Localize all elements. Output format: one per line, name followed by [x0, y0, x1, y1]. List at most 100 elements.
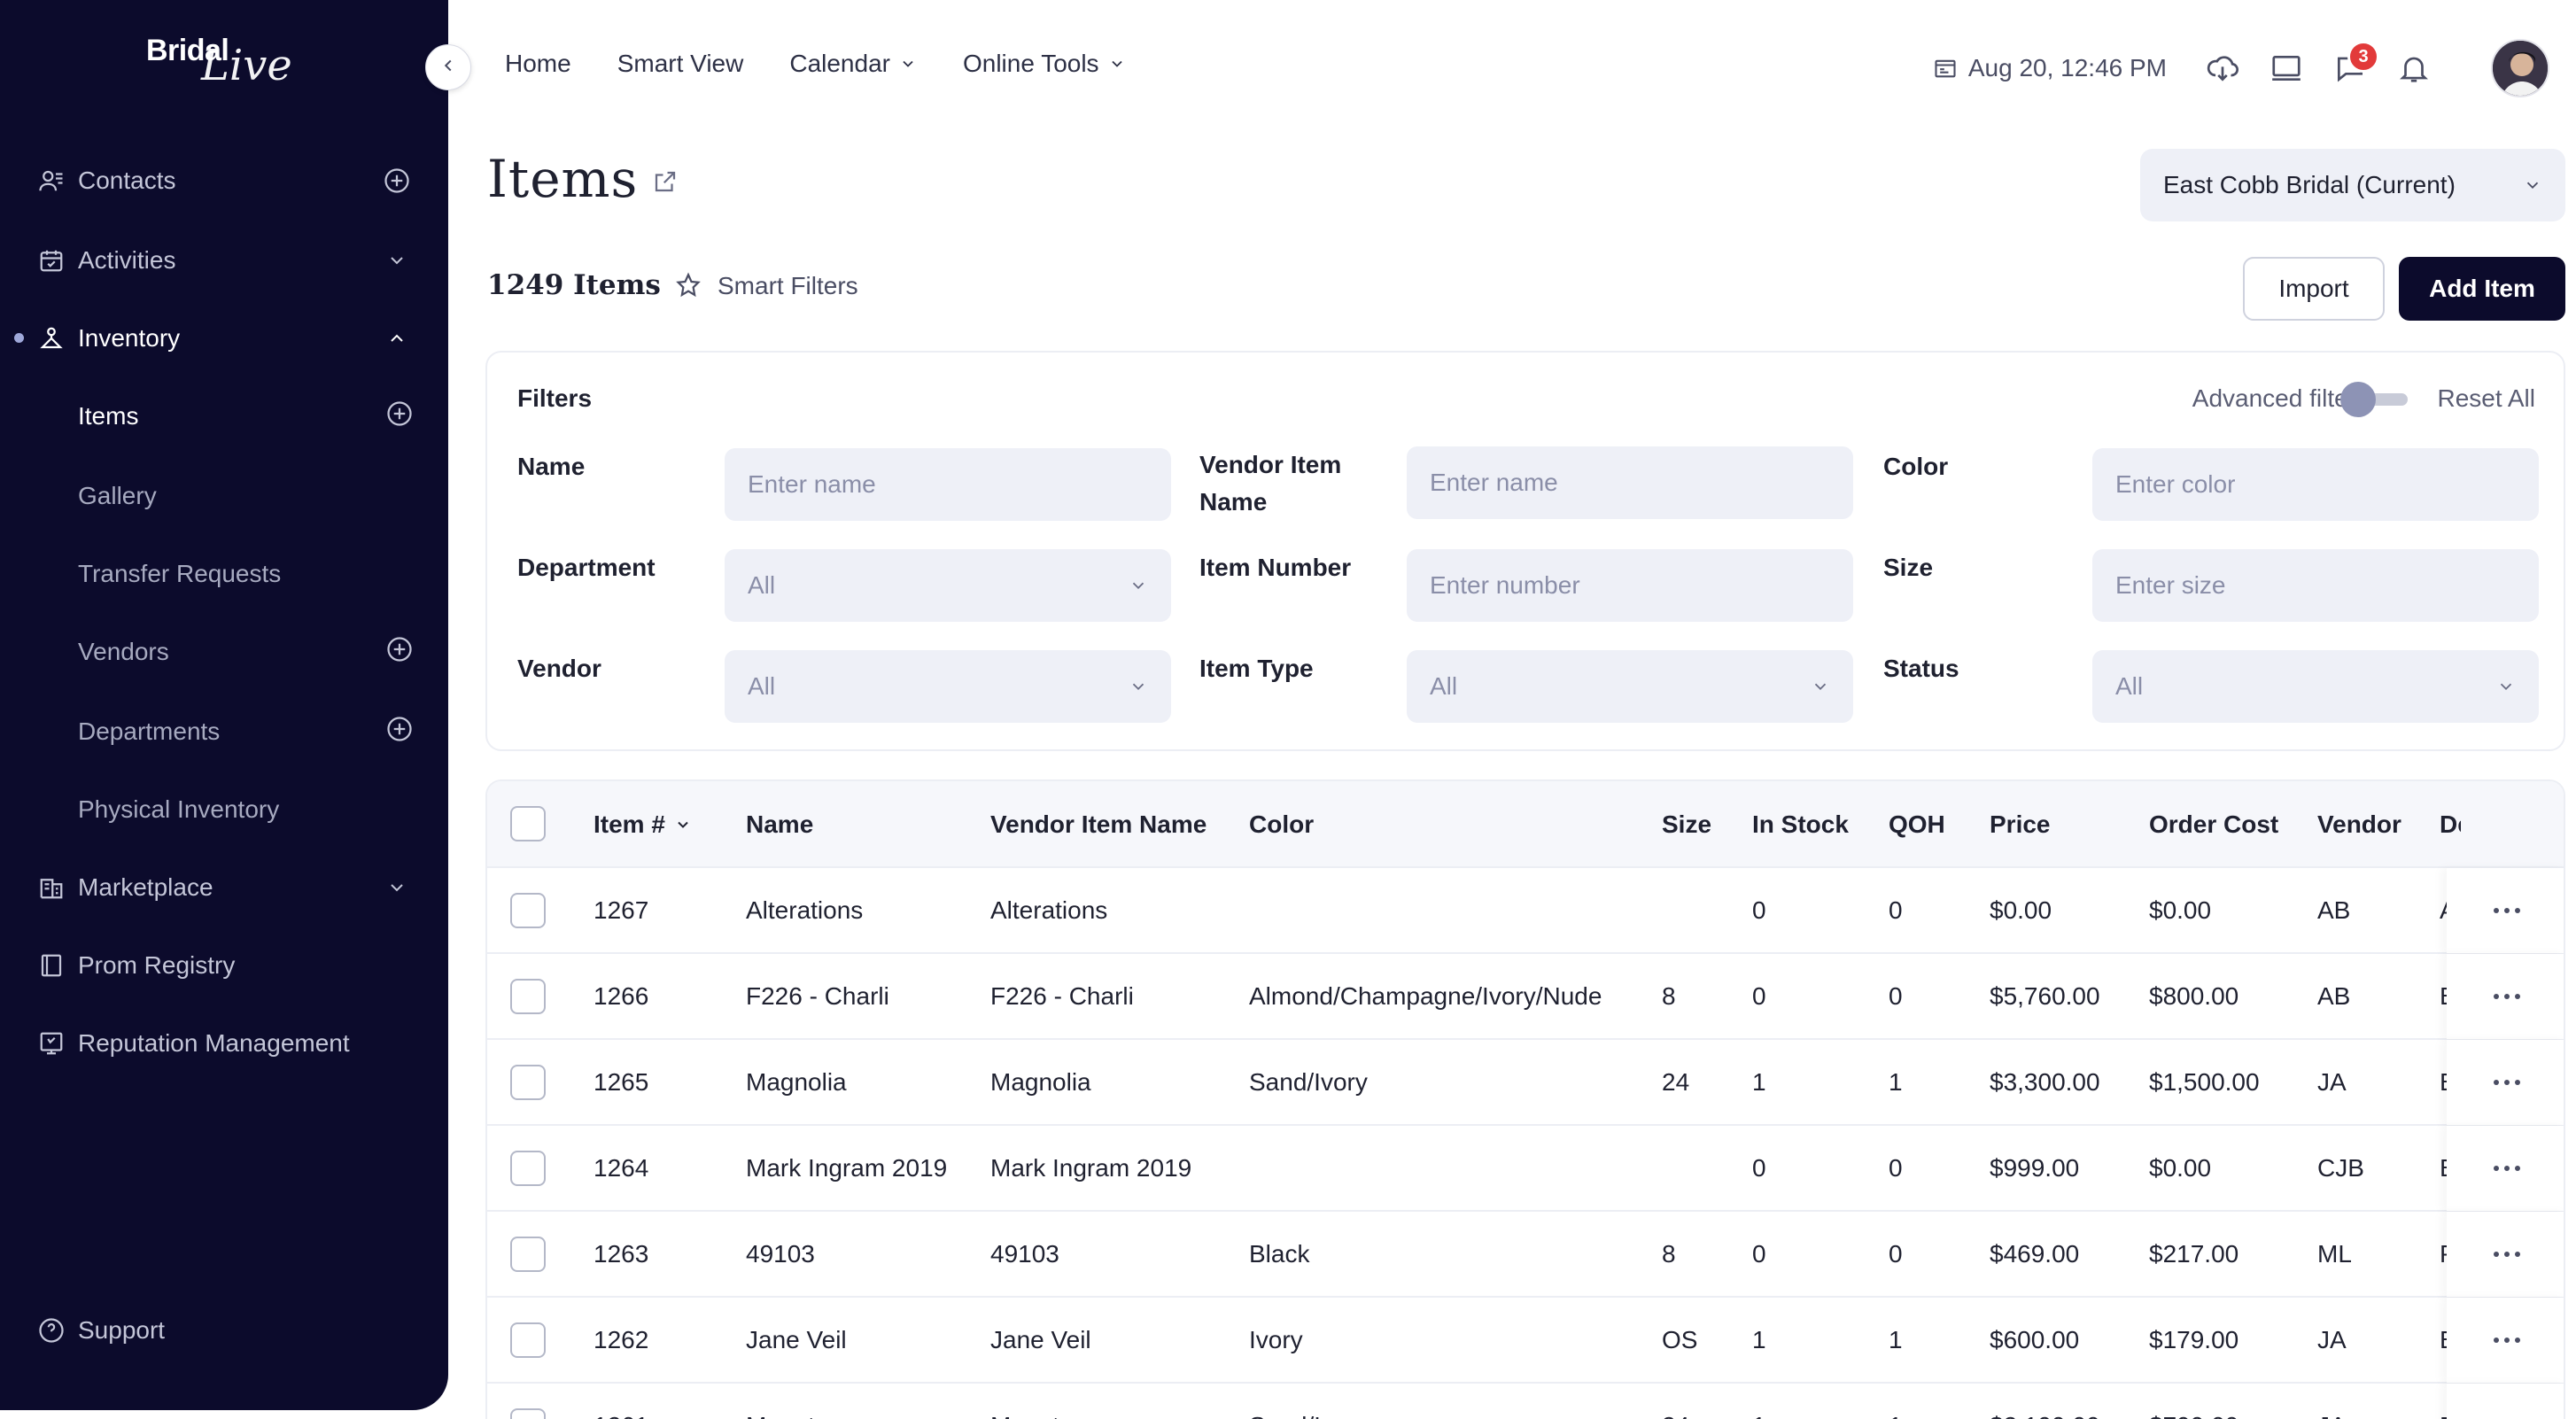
column-header-in-stock[interactable]: In Stock [1752, 781, 1849, 868]
cell-color: Sand/Ivory [1249, 1068, 1368, 1096]
nav-online-tools[interactable]: Online Tools [963, 50, 1126, 78]
sidebar-subitem-transfer-requests[interactable]: Transfer Requests [78, 547, 413, 601]
size-filter-placeholder: Enter size [2115, 571, 2226, 599]
status-filter-label: Status [1883, 655, 1959, 682]
row-checkbox[interactable] [510, 1322, 546, 1358]
smart-filters-button[interactable]: Smart Filters [673, 271, 858, 301]
add-department-icon[interactable] [386, 716, 413, 748]
cell-qoh: 1 [1889, 1326, 1903, 1353]
sidebar-subitem-physical-inventory[interactable]: Physical Inventory [78, 783, 413, 836]
monitor-icon[interactable] [2264, 46, 2308, 90]
sidebar-item-marketplace[interactable]: Marketplace [35, 861, 413, 914]
sidebar-subitem-gallery[interactable]: Gallery [78, 469, 413, 523]
item-number-filter-input[interactable]: Enter number [1407, 549, 1853, 622]
sidebar-subitem-items[interactable]: Items [78, 390, 413, 443]
table-row[interactable]: 1267 Alterations Alterations 0 0 $0.00 $0.00 AB… [487, 868, 2564, 954]
row-actions-button[interactable] [2447, 1384, 2564, 1419]
reset-all-button[interactable]: Reset All [2438, 384, 2536, 413]
table-row[interactable]: 1264 Mark Ingram 2019 Mark Ingram 2019 0 0 $9… [487, 1126, 2564, 1212]
table-row[interactable]: 1261 Monet Monet Sand/Ivory 24 1 1 $2,199.00 $79… [487, 1384, 2564, 1419]
cell-name: 49103 [746, 1240, 815, 1268]
column-header-vendor-item-name[interactable]: Vendor Item Name [990, 781, 1207, 868]
color-filter-input[interactable]: Enter color [2092, 448, 2539, 521]
messages-icon[interactable]: 3 [2328, 41, 2379, 90]
advanced-filters-toggle[interactable] [2340, 382, 2408, 417]
bridallive-logo[interactable]: Bridal Live [146, 34, 292, 90]
sidebar-item-prom-registry[interactable]: Prom Registry [35, 939, 413, 992]
vendor-filter-select[interactable]: All [725, 650, 1171, 723]
sidebar-item-reputation-management[interactable]: Reputation Management [35, 1017, 413, 1070]
column-header-price[interactable]: Price [1990, 781, 2051, 868]
add-vendor-icon[interactable] [386, 636, 413, 669]
cell-name: Jane Veil [746, 1326, 847, 1353]
row-checkbox[interactable] [510, 1237, 546, 1272]
color-filter-placeholder: Enter color [2115, 470, 2236, 498]
row-actions-button[interactable] [2447, 1212, 2564, 1297]
table-row[interactable]: 1265 Magnolia Magnolia Sand/Ivory 24 1 1 $3,300… [487, 1040, 2564, 1126]
column-header-order-cost[interactable]: Order Cost [2149, 781, 2278, 868]
table-row[interactable]: 12634910349103Black800$469.00$217.00MLPr… [487, 1212, 2564, 1298]
sidebar-subitem-departments[interactable]: Departments [78, 705, 413, 758]
row-checkbox[interactable] [510, 893, 546, 928]
table-row[interactable]: 1266 F226 - Charli F226 - Charli Almond/Cha… [487, 954, 2564, 1040]
bell-icon[interactable] [2392, 46, 2436, 90]
add-item-button[interactable]: Add Item [2399, 257, 2565, 321]
sidebar-item-label: Prom Registry [78, 951, 236, 979]
row-checkbox[interactable] [510, 1151, 546, 1186]
vendor-item-name-filter-input[interactable]: Enter name [1407, 446, 1853, 519]
column-header-color[interactable]: Color [1249, 781, 1314, 868]
department-filter-select[interactable]: All [725, 549, 1171, 622]
sidebar-item-inventory[interactable]: Inventory [35, 312, 413, 365]
column-header-name[interactable]: Name [746, 781, 813, 868]
cell-price: $600.00 [1990, 1326, 2080, 1353]
add-contact-icon[interactable] [381, 165, 413, 197]
column-header-qoh[interactable]: QOH [1889, 781, 1945, 868]
department-filter-label: Department [517, 554, 656, 581]
cell-item-number: 1263 [594, 1240, 649, 1268]
user-avatar[interactable] [2491, 39, 2549, 97]
cell-qoh: 0 [1889, 1154, 1903, 1182]
row-actions-button[interactable] [2447, 1126, 2564, 1211]
cloud-download-icon[interactable] [2200, 46, 2245, 90]
add-item-icon[interactable] [386, 400, 413, 433]
store-selector[interactable]: East Cobb Bridal (Current) [2140, 149, 2565, 221]
name-filter-input[interactable]: Enter name [725, 448, 1171, 521]
select-all-checkbox[interactable] [510, 806, 546, 841]
import-button[interactable]: Import [2243, 257, 2385, 321]
row-checkbox[interactable] [510, 979, 546, 1014]
table-header: Item # Name Vendor Item Name Color Size … [487, 781, 2564, 868]
datetime-text: Aug 20, 12:46 PM [1967, 54, 2167, 81]
column-header-item-number[interactable]: Item # [594, 781, 692, 868]
chevron-down-icon [1111, 60, 1122, 67]
row-actions-button[interactable] [2447, 1040, 2564, 1125]
sidebar-item-activities[interactable]: Activities [35, 234, 413, 287]
sidebar-item-support[interactable]: Support [35, 1304, 413, 1357]
row-checkbox[interactable] [510, 1065, 546, 1100]
cell-vendor-item-name: Monet [990, 1384, 1059, 1419]
sidebar-item-label: Marketplace [78, 873, 213, 901]
column-header-vendor[interactable]: Vendor [2317, 781, 2401, 868]
cell-vendor-item-name: Magnolia [990, 1068, 1091, 1096]
registry-book-icon [35, 950, 67, 981]
sidebar-item-contacts[interactable]: Contacts [35, 154, 413, 207]
column-header-department[interactable]: Department [2440, 781, 2461, 868]
collapse-sidebar-button[interactable] [425, 44, 471, 90]
open-external-icon[interactable] [652, 168, 679, 199]
item-type-filter-select[interactable]: All [1407, 650, 1853, 723]
size-filter-input[interactable]: Enter size [2092, 549, 2539, 622]
status-filter-select[interactable]: All [2092, 650, 2539, 723]
row-actions-button[interactable] [2447, 954, 2564, 1039]
row-actions-button[interactable] [2447, 868, 2564, 953]
row-actions-button[interactable] [2447, 1298, 2564, 1383]
row-checkbox[interactable] [510, 1408, 546, 1419]
column-header-size[interactable]: Size [1662, 781, 1711, 868]
nav-calendar[interactable]: Calendar [789, 50, 917, 78]
nav-home[interactable]: Home [505, 50, 571, 78]
item-type-filter-value: All [1430, 672, 1458, 700]
table-row[interactable]: 1262 Jane Veil Jane Veil Ivory OS 1 1 $600.00 $1… [487, 1298, 2564, 1384]
cell-vendor: ML [2317, 1240, 2352, 1268]
cell-in-stock: 0 [1752, 1240, 1766, 1268]
sidebar-subitem-vendors[interactable]: Vendors [78, 625, 413, 678]
contacts-icon [35, 165, 67, 197]
nav-smart-view[interactable]: Smart View [617, 50, 744, 78]
